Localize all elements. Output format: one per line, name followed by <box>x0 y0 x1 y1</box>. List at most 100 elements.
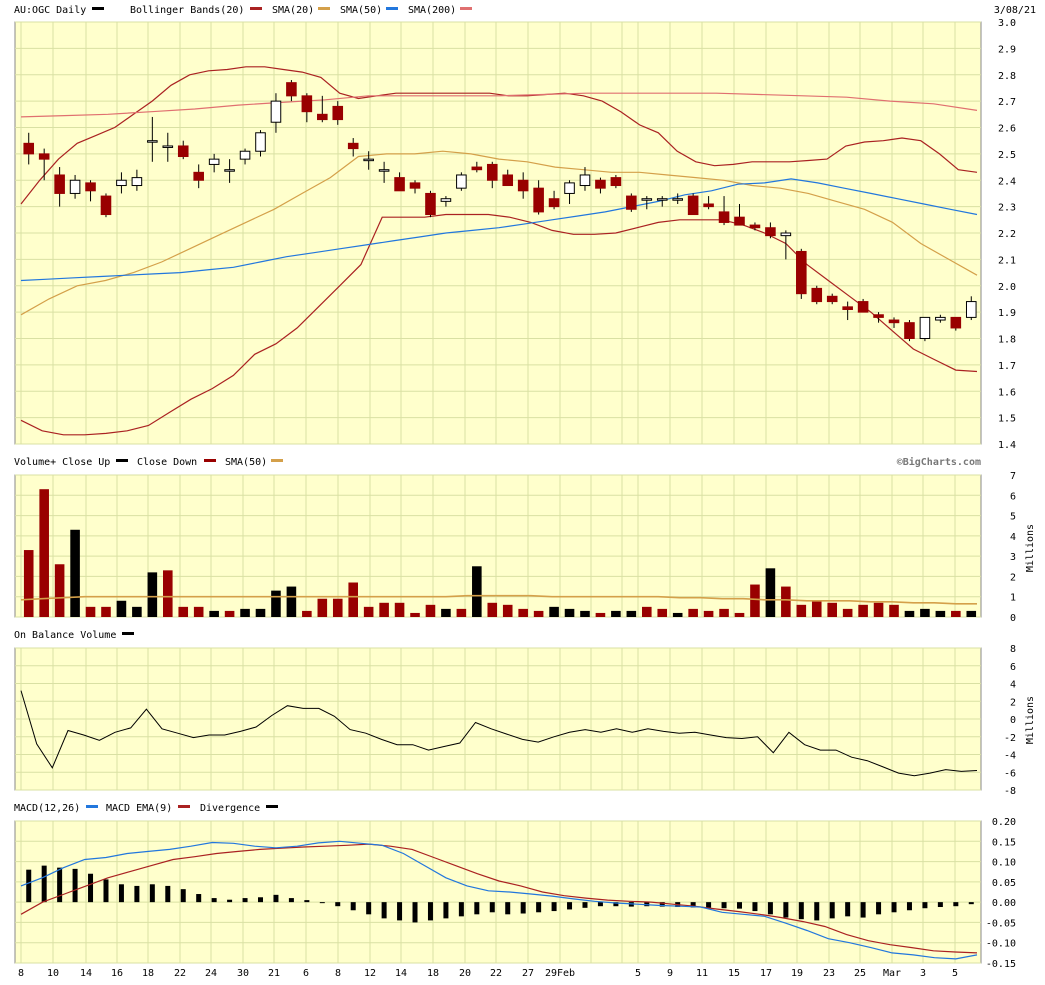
divergence-bar <box>288 898 294 903</box>
candle-up <box>378 169 390 172</box>
volume-sma-swatch <box>271 459 283 462</box>
volume-units: Millions <box>1025 524 1036 572</box>
divergence-bar <box>26 869 32 903</box>
divergence-bar <box>474 902 480 915</box>
candle-down <box>177 145 189 158</box>
volume-bar <box>781 586 791 617</box>
divergence-label: Divergence <box>200 803 260 814</box>
divergence-bar <box>489 902 495 913</box>
price-y-tick: 2.1 <box>998 255 1016 266</box>
volume-label-sma: SMA(50) <box>225 457 267 468</box>
divergence-bar <box>737 902 742 909</box>
x-tick-label: 15 <box>728 968 740 979</box>
volume-y-tick: 7 <box>1010 471 1016 482</box>
volume-bar <box>502 604 513 617</box>
price-y-tick: 2.4 <box>998 176 1016 187</box>
price-y-tick: 2.7 <box>998 97 1016 108</box>
price-y-tick: 1.9 <box>998 308 1016 319</box>
macd-ema-label: MACD EMA(9) <box>106 803 172 814</box>
divergence-bar <box>443 902 449 919</box>
obv-y-tick: 8 <box>1010 644 1016 655</box>
candle-down <box>703 203 714 208</box>
volume-bar <box>441 608 451 617</box>
volume-y-tick: 1 <box>1010 593 1016 604</box>
volume-y-tick: 0 <box>1010 613 1016 624</box>
candle-up <box>672 198 683 201</box>
macd-label: MACD(12,26) <box>14 803 80 814</box>
obv-y-tick: -8 <box>1004 786 1016 797</box>
volume-bar <box>951 610 961 617</box>
candle-up <box>116 179 127 187</box>
divergence-bar <box>505 902 511 915</box>
candle-up <box>641 198 653 201</box>
volume-bar <box>734 612 745 617</box>
divergence-bar <box>273 894 279 903</box>
volume-bar <box>487 602 498 617</box>
volume-bar <box>966 610 977 617</box>
legend-sma200: SMA(200) <box>408 5 456 16</box>
x-tick-label: 8 <box>18 968 24 979</box>
divergence-bar <box>304 900 310 903</box>
macd-y-tick: 0.20 <box>992 817 1016 828</box>
candle-down <box>347 142 359 150</box>
price-y-tick: 2.2 <box>998 229 1016 240</box>
candle-down <box>765 227 776 237</box>
candle-up <box>69 179 81 194</box>
volume-bar <box>425 604 436 617</box>
volume-bar <box>642 606 652 617</box>
x-tick-label: 14 <box>395 968 407 979</box>
candle-down <box>857 301 869 313</box>
x-tick-label: 5 <box>635 968 641 979</box>
candle-down <box>517 179 529 192</box>
candle-down <box>533 187 544 213</box>
volume-bar <box>904 610 915 617</box>
macd-y-tick: 0.15 <box>992 837 1016 848</box>
price-y-tick: 2.3 <box>998 203 1016 214</box>
chart-date: 3/08/21 <box>994 5 1036 16</box>
volume-bar <box>163 570 173 617</box>
volume-bar <box>611 610 621 617</box>
volume-bar <box>101 606 111 617</box>
volume-bar <box>54 564 65 617</box>
divergence-bar <box>597 902 603 907</box>
volume-bar <box>379 602 389 617</box>
candle-down <box>486 163 498 181</box>
macd-y-tick: -0.15 <box>986 959 1016 970</box>
x-tick-label: 23 <box>823 968 835 979</box>
symbol-swatch <box>92 7 104 10</box>
divergence-bar <box>922 902 928 909</box>
divergence-bar <box>767 902 773 915</box>
candle-up <box>224 169 235 172</box>
divergence-bar <box>211 898 217 903</box>
candle-up <box>363 158 374 162</box>
price-y-tick: 2.8 <box>998 71 1016 82</box>
symbol-label: AU:OGC Daily <box>14 5 86 16</box>
volume-bar <box>827 602 837 617</box>
divergence-bar <box>258 897 263 903</box>
x-tick-label: 3 <box>920 968 926 979</box>
divergence-bar <box>118 884 124 903</box>
volume-bar <box>116 600 127 617</box>
divergence-bar <box>427 902 433 921</box>
macd-y-tick: 0.05 <box>992 878 1016 889</box>
volume-bar <box>332 598 343 617</box>
candle-up <box>935 316 946 321</box>
volume-bar <box>858 604 868 617</box>
volume-bar <box>935 610 946 617</box>
candle-down <box>734 216 745 226</box>
sma50-swatch <box>386 7 398 10</box>
volume-bar <box>70 529 80 617</box>
candle-down <box>301 95 313 113</box>
watermark: ©BigCharts.com <box>897 456 981 468</box>
x-tick-label: 29Feb <box>545 968 575 979</box>
candle-down <box>332 105 344 121</box>
candle-down <box>873 314 884 318</box>
x-tick-label: 9 <box>667 968 673 979</box>
candle-down <box>38 153 50 160</box>
macd-y-tick: -0.10 <box>986 939 1016 950</box>
volume-y-tick: 6 <box>1010 491 1016 502</box>
volume-bar <box>518 608 528 617</box>
volume-bar <box>456 608 467 617</box>
candle-up <box>208 158 220 165</box>
obv-y-tick: 2 <box>1010 697 1016 708</box>
